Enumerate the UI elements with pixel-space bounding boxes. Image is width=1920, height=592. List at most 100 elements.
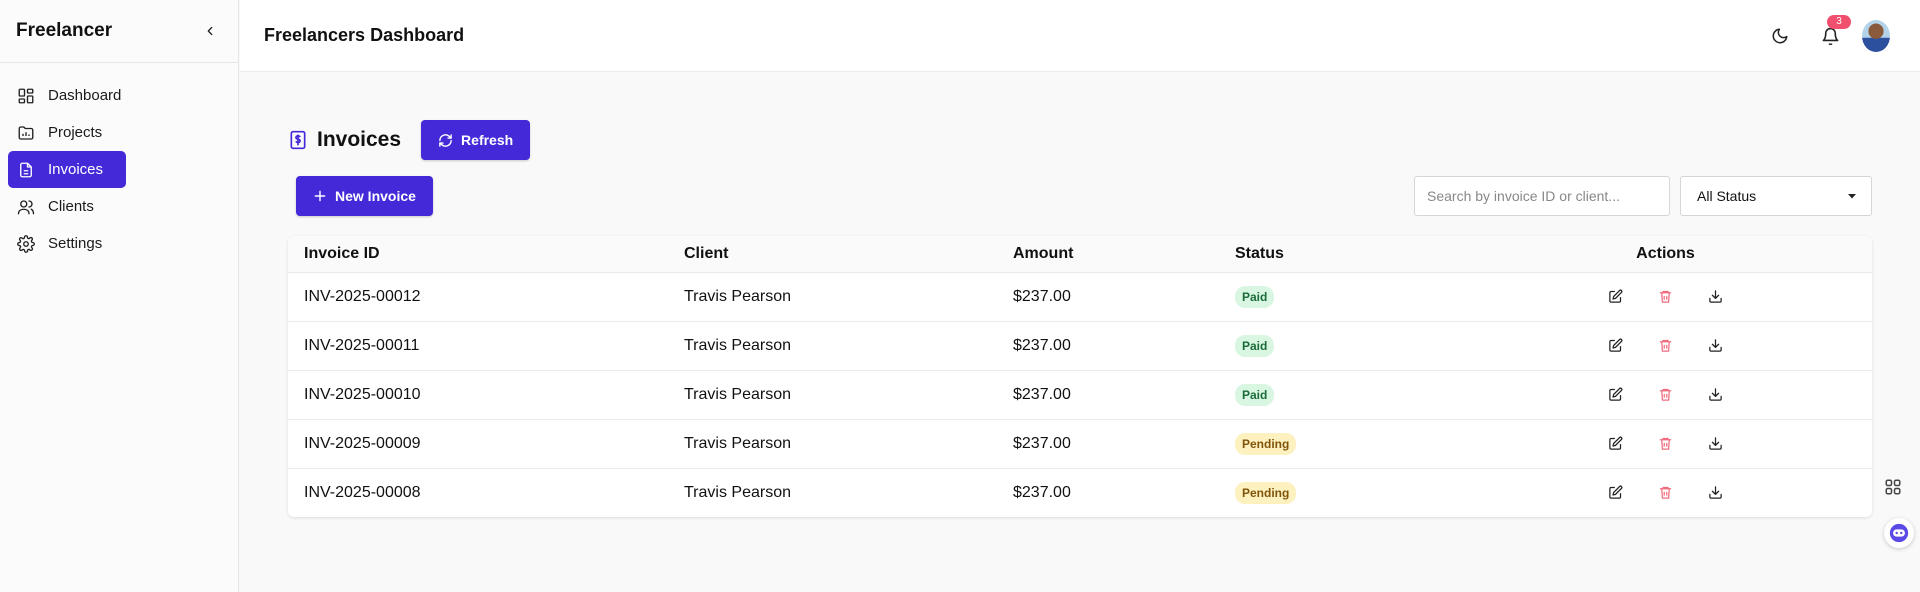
invoice-id-cell: INV-2025-00008 bbox=[288, 467, 668, 517]
gear-icon bbox=[17, 234, 35, 253]
sidebar-item-label: Clients bbox=[48, 198, 94, 215]
new-invoice-button[interactable]: New Invoice bbox=[296, 176, 433, 216]
delete-button[interactable] bbox=[1658, 387, 1674, 403]
delete-button[interactable] bbox=[1658, 338, 1674, 354]
status-badge: Pending bbox=[1235, 432, 1297, 455]
table-row: INV-2025-00010 Travis Pearson $237.00 Pa… bbox=[288, 369, 1872, 419]
edit-button[interactable] bbox=[1608, 485, 1624, 501]
delete-button[interactable] bbox=[1658, 436, 1674, 452]
download-icon bbox=[1709, 437, 1722, 450]
invoice-id-cell: INV-2025-00009 bbox=[288, 418, 668, 468]
refresh-button[interactable]: Refresh bbox=[421, 120, 531, 160]
client-cell: Travis Pearson bbox=[668, 271, 997, 321]
invoice-dollar-icon bbox=[290, 130, 306, 150]
clients-icon bbox=[17, 198, 35, 216]
edit-button[interactable] bbox=[1608, 387, 1624, 403]
sidebar-item-label: Projects bbox=[48, 124, 103, 141]
sidebar-item-label: Settings bbox=[48, 235, 103, 252]
collapse-sidebar-button[interactable] bbox=[198, 19, 222, 43]
main-content: Invoices Refresh New Invoice All Status … bbox=[288, 120, 1872, 517]
user-avatar[interactable] bbox=[1862, 20, 1890, 52]
delete-button[interactable] bbox=[1658, 485, 1674, 501]
top-bar: Freelancers Dashboard 3 bbox=[240, 0, 1920, 72]
table-row: INV-2025-00009 Travis Pearson $237.00 Pe… bbox=[288, 418, 1872, 468]
sidebar-item-dashboard[interactable]: Dashboard bbox=[8, 77, 126, 114]
sidebar-item-label: Invoices bbox=[48, 161, 104, 178]
dashboard-icon bbox=[17, 87, 35, 105]
section-header: Invoices Refresh bbox=[288, 120, 1872, 160]
status-filter-select[interactable]: All Status bbox=[1680, 176, 1872, 216]
search-input[interactable] bbox=[1414, 176, 1670, 216]
edit-button[interactable] bbox=[1608, 436, 1624, 452]
sidebar-item-invoices[interactable]: Invoices bbox=[8, 151, 126, 188]
status-filter-value: All Status bbox=[1697, 188, 1757, 204]
table-row: INV-2025-00008 Travis Pearson $237.00 Pe… bbox=[288, 467, 1872, 517]
status-cell: Paid bbox=[1219, 369, 1459, 419]
notifications-button[interactable]: 3 bbox=[1812, 15, 1851, 54]
edit-button[interactable] bbox=[1608, 338, 1624, 354]
sidebar: Freelancer Dashboard Projects Invoices C… bbox=[0, 0, 239, 592]
chatbot-icon bbox=[1889, 523, 1909, 543]
sidebar-item-projects[interactable]: Projects bbox=[8, 114, 126, 151]
download-button[interactable] bbox=[1708, 289, 1724, 305]
delete-button[interactable] bbox=[1658, 289, 1674, 305]
edit-icon bbox=[1609, 387, 1623, 401]
refresh-label: Refresh bbox=[461, 132, 514, 148]
moon-icon bbox=[1772, 28, 1788, 44]
download-icon bbox=[1709, 290, 1722, 303]
theme-toggle-button[interactable] bbox=[1762, 18, 1798, 54]
chevron-left-icon bbox=[207, 26, 213, 36]
new-invoice-label: New Invoice bbox=[335, 188, 416, 204]
download-button[interactable] bbox=[1708, 338, 1724, 354]
caret-down-icon bbox=[1848, 194, 1856, 199]
edit-button[interactable] bbox=[1608, 289, 1624, 305]
section-title: Invoices bbox=[317, 128, 402, 151]
invoice-icon bbox=[17, 161, 35, 179]
invoice-id-cell: INV-2025-00011 bbox=[288, 320, 668, 370]
top-actions: 3 bbox=[1748, 15, 1890, 54]
projects-icon bbox=[17, 124, 35, 142]
table-row: INV-2025-00011 Travis Pearson $237.00 Pa… bbox=[288, 320, 1872, 370]
status-badge: Paid bbox=[1235, 383, 1275, 406]
apps-grid-button[interactable] bbox=[1884, 478, 1906, 500]
amount-cell: $237.00 bbox=[997, 418, 1219, 468]
status-badge: Pending bbox=[1235, 481, 1297, 504]
download-button[interactable] bbox=[1708, 387, 1724, 403]
actions-cell bbox=[1459, 271, 1872, 321]
status-cell: Pending bbox=[1219, 418, 1459, 468]
brand-name: Freelancer bbox=[16, 20, 113, 41]
sidebar-nav: Dashboard Projects Invoices Clients Sett… bbox=[0, 63, 238, 262]
invoices-table: Invoice ID Client Amount Status Actions … bbox=[288, 236, 1872, 517]
column-header-invoice-id: Invoice ID bbox=[288, 236, 668, 272]
sidebar-item-clients[interactable]: Clients bbox=[8, 188, 126, 225]
download-button[interactable] bbox=[1708, 485, 1724, 501]
trash-icon bbox=[1659, 388, 1672, 401]
download-icon bbox=[1709, 486, 1722, 499]
download-icon bbox=[1709, 339, 1722, 352]
column-header-status: Status bbox=[1219, 236, 1459, 272]
client-cell: Travis Pearson bbox=[668, 418, 997, 468]
edit-icon bbox=[1609, 485, 1623, 499]
status-cell: Paid bbox=[1219, 271, 1459, 321]
status-cell: Pending bbox=[1219, 467, 1459, 517]
assistant-button[interactable] bbox=[1884, 518, 1914, 548]
edit-icon bbox=[1609, 436, 1623, 450]
actions-cell bbox=[1459, 369, 1872, 419]
column-header-amount: Amount bbox=[997, 236, 1219, 272]
client-cell: Travis Pearson bbox=[668, 320, 997, 370]
notification-badge: 3 bbox=[1827, 15, 1851, 29]
trash-icon bbox=[1659, 437, 1672, 450]
column-header-client: Client bbox=[668, 236, 997, 272]
amount-cell: $237.00 bbox=[997, 271, 1219, 321]
amount-cell: $237.00 bbox=[997, 467, 1219, 517]
client-cell: Travis Pearson bbox=[668, 369, 997, 419]
actions-cell bbox=[1459, 418, 1872, 468]
grid-icon bbox=[1885, 479, 1901, 495]
download-button[interactable] bbox=[1708, 436, 1724, 452]
trash-icon bbox=[1659, 487, 1672, 499]
amount-cell: $237.00 bbox=[997, 369, 1219, 419]
sidebar-item-settings[interactable]: Settings bbox=[8, 225, 126, 262]
table-row: INV-2025-00012 Travis Pearson $237.00 Pa… bbox=[288, 271, 1872, 321]
amount-cell: $237.00 bbox=[997, 320, 1219, 370]
bell-icon bbox=[1822, 27, 1838, 45]
